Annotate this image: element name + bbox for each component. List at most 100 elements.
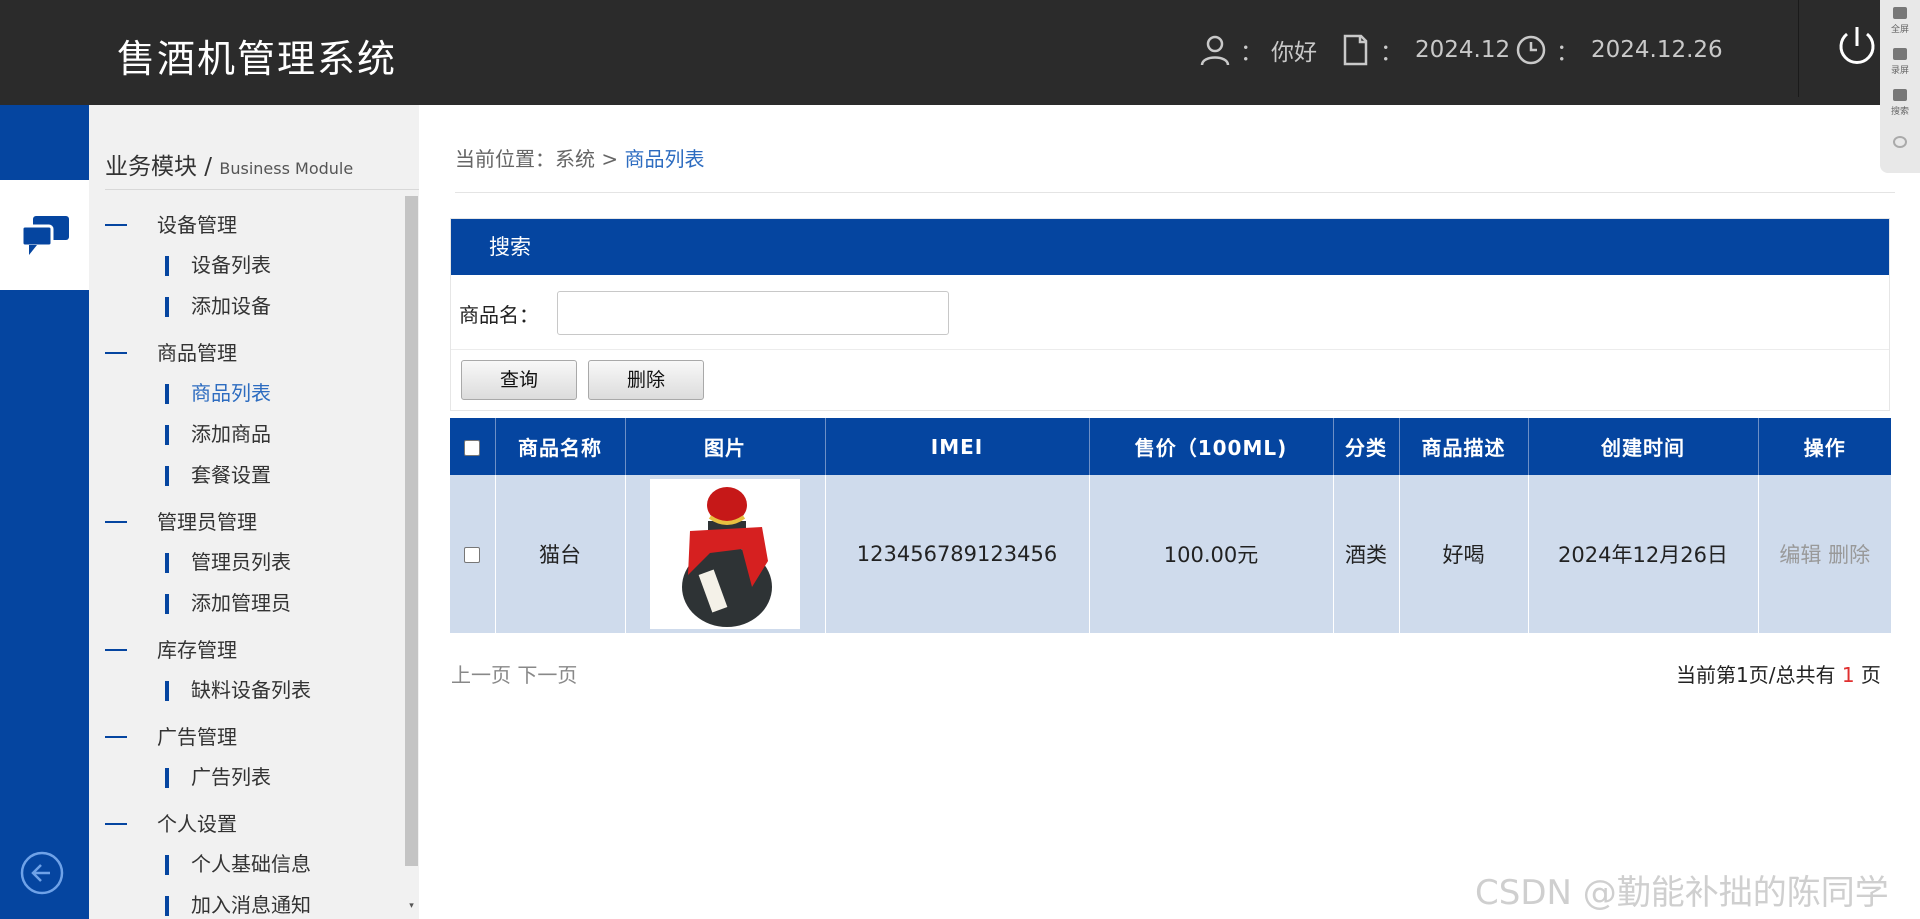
sidebar-item-admin-list[interactable]: 管理员列表 — [105, 542, 395, 583]
module-title-en: Business Module — [219, 159, 354, 178]
sidebar-group-product[interactable]: 商品管理 — [105, 333, 395, 373]
item-label: 个人基础信息 — [191, 852, 311, 876]
video-icon — [1893, 47, 1907, 60]
prev-page-link[interactable]: 上一页 — [451, 663, 511, 687]
item-label: 缺料设备列表 — [191, 678, 311, 702]
delete-button[interactable]: 删除 — [588, 360, 704, 400]
search-icon — [1893, 88, 1907, 101]
col-header: 商品描述 — [1399, 418, 1529, 475]
table-header-row: 商品名称 图片 IMEI 售价（100ML) 分类 商品描述 创建时间 操作 — [450, 418, 1891, 475]
bar-icon — [165, 425, 169, 445]
search-heading: 搜索 — [451, 219, 1889, 275]
breadcrumb-current[interactable]: 商品列表 — [624, 147, 704, 171]
search-tool[interactable]: 搜索 — [1880, 82, 1920, 123]
search-row: 商品名： — [451, 275, 1889, 350]
query-button[interactable]: 查询 — [461, 360, 577, 400]
user-info: ： 你好 — [1198, 30, 1317, 70]
next-page-link[interactable]: 下一页 — [517, 663, 577, 687]
col-header: 操作 — [1758, 418, 1891, 475]
circle-icon — [1893, 136, 1907, 148]
group-label: 个人设置 — [157, 812, 237, 836]
document-icon — [1343, 34, 1368, 66]
group-label: 管理员管理 — [157, 510, 257, 534]
fullscreen-tool[interactable]: 全屏 — [1880, 0, 1920, 41]
pager-nav: 上一页 下一页 — [451, 659, 577, 688]
item-label: 设备列表 — [191, 253, 271, 277]
item-label: 添加商品 — [191, 422, 271, 446]
user-icon — [1200, 35, 1230, 66]
select-all-checkbox[interactable] — [464, 440, 481, 456]
clock-icon — [1516, 35, 1546, 65]
bar-icon — [165, 256, 169, 276]
category-cell: 酒类 — [1333, 475, 1400, 633]
item-label: 管理员列表 — [191, 550, 291, 574]
user-separator: ： — [1240, 40, 1263, 66]
group-label: 库存管理 — [157, 638, 237, 662]
pager-summary: 当前第1页/总共有 1 页 — [1676, 659, 1881, 688]
module-title: 业务模块 / Business Module — [105, 147, 353, 181]
record-tool[interactable]: 录屏 — [1880, 41, 1920, 82]
sidebar-item-shortage-list[interactable]: 缺料设备列表 — [105, 670, 395, 711]
breadcrumb-prefix: 当前位置：系统 > — [455, 147, 625, 171]
bar-icon — [165, 896, 169, 916]
sidebar-item-ad-list[interactable]: 广告列表 — [105, 757, 395, 798]
fullscreen-icon — [1893, 6, 1907, 19]
rail-item-business[interactable] — [0, 180, 89, 290]
product-image — [650, 479, 800, 629]
item-label: 商品列表 — [191, 381, 271, 405]
row-checkbox[interactable] — [464, 547, 481, 563]
dash-icon — [105, 224, 127, 226]
sidebar-item-product-list[interactable]: 商品列表 — [105, 373, 395, 414]
product-name-label: 商品名： — [459, 303, 539, 327]
sidebar-item-profile[interactable]: 个人基础信息 — [105, 844, 395, 885]
month-separator: ： — [1380, 40, 1403, 66]
sidebar-scrollbar[interactable] — [405, 196, 418, 866]
delete-link[interactable]: 删除 — [1828, 543, 1870, 567]
back-arrow-icon[interactable] — [19, 850, 65, 896]
group-label: 商品管理 — [157, 341, 237, 365]
settings-tool[interactable] — [1880, 123, 1920, 164]
module-divider — [105, 189, 419, 190]
sidebar-item-add-admin[interactable]: 添加管理员 — [105, 583, 395, 624]
dash-icon — [105, 823, 127, 825]
product-image-cell — [625, 475, 826, 633]
sidebar-item-notifications[interactable]: 加入消息通知 — [105, 885, 395, 919]
dash-icon — [105, 736, 127, 738]
sidebar-group-device[interactable]: 设备管理 — [105, 205, 395, 245]
breadcrumb: 当前位置：系统 > 商品列表 — [455, 143, 704, 172]
sidebar-item-device-list[interactable]: 设备列表 — [105, 245, 395, 286]
sidebar-group-admin[interactable]: 管理员管理 — [105, 502, 395, 542]
bar-icon — [165, 768, 169, 788]
month-value: 2024.12 — [1415, 37, 1511, 63]
group-label: 广告管理 — [157, 725, 237, 749]
product-name-input[interactable] — [557, 291, 949, 335]
sidebar-group-personal[interactable]: 个人设置 — [105, 804, 395, 844]
price-cell: 100.00元 — [1089, 475, 1334, 633]
search-panel: 搜索 商品名： 查询 删除 — [450, 218, 1890, 411]
item-label: 加入消息通知 — [191, 893, 311, 917]
row-select-cell — [450, 475, 496, 633]
search-tool-label: 搜索 — [1890, 106, 1909, 117]
power-icon[interactable] — [1835, 24, 1879, 68]
fullscreen-label: 全屏 — [1890, 24, 1909, 35]
group-label: 设备管理 — [157, 213, 237, 237]
pager-suffix: 页 — [1854, 663, 1881, 687]
date-info: ： 2024.12.26 — [1514, 30, 1723, 70]
sidebar-item-add-device[interactable]: 添加设备 — [105, 286, 395, 327]
sidebar-group-ads[interactable]: 广告管理 — [105, 717, 395, 757]
col-header: 售价（100ML) — [1089, 418, 1334, 475]
table-row: 猫台 123456789123456 100.00元 酒类 好喝 2024年12… — [450, 475, 1891, 633]
dash-icon — [105, 352, 127, 354]
edit-link[interactable]: 编辑 — [1779, 543, 1821, 567]
search-actions: 查询 删除 — [451, 350, 1889, 410]
date-separator: ： — [1556, 40, 1579, 66]
sidebar-item-package-settings[interactable]: 套餐设置 — [105, 455, 395, 496]
sidebar-group-inventory[interactable]: 库存管理 — [105, 630, 395, 670]
sidebar-item-add-product[interactable]: 添加商品 — [105, 414, 395, 455]
item-label: 添加设备 — [191, 294, 271, 318]
top-header: 售酒机管理系统 ： 你好 ： 2024.12 ： 2024.12.26 — [0, 0, 1920, 105]
user-name: 你好 — [1271, 40, 1317, 66]
bar-icon — [165, 297, 169, 317]
pager-prefix: 当前第1页/总共有 — [1676, 663, 1842, 687]
scroll-down-icon[interactable]: ▾ — [405, 901, 418, 913]
